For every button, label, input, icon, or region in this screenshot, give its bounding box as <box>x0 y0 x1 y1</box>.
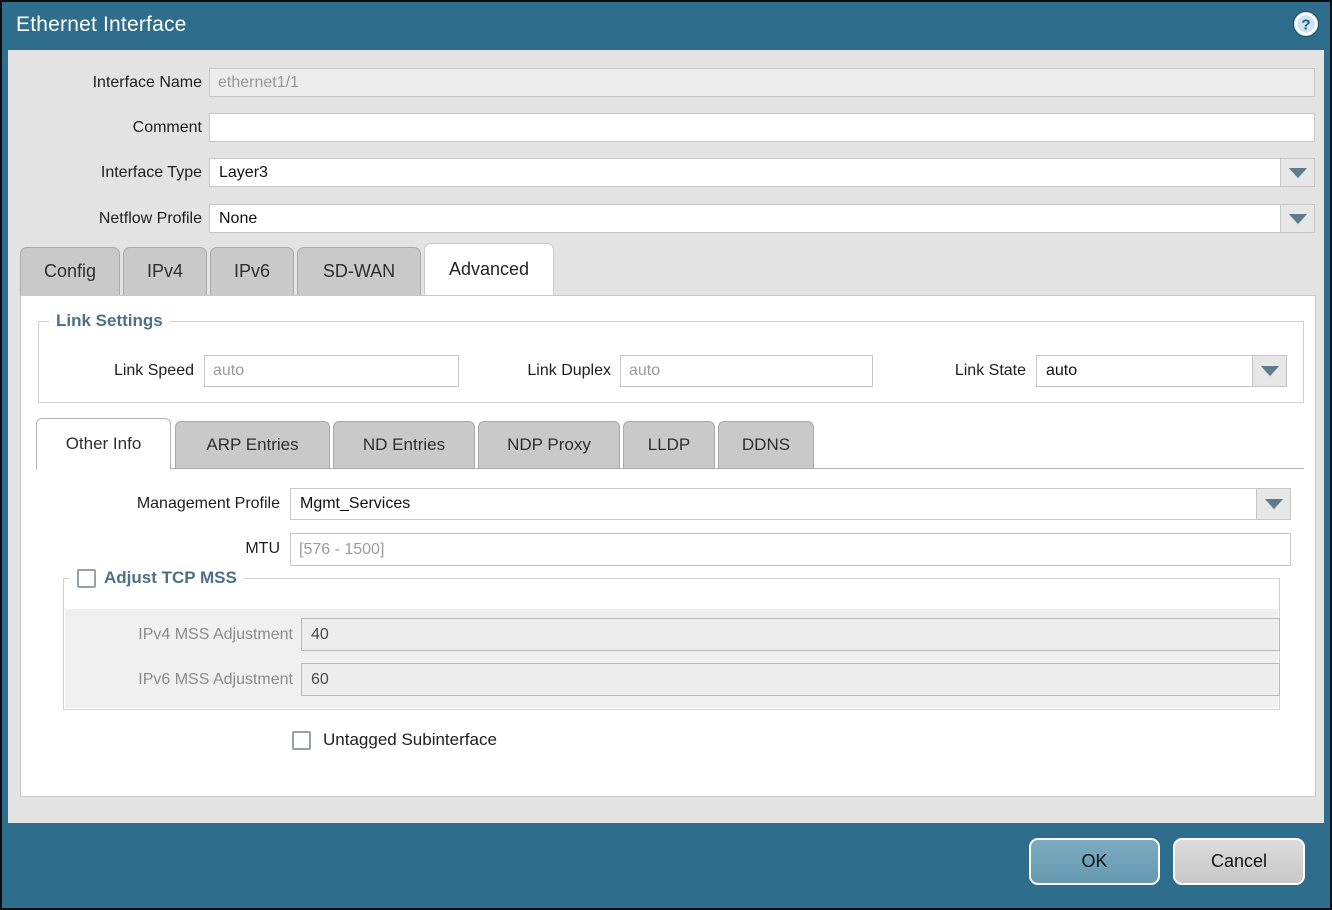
comment-label: Comment <box>8 113 202 142</box>
ipv6-mss-input <box>301 663 1280 696</box>
cancel-button[interactable]: Cancel <box>1173 838 1305 885</box>
link-settings-legend-text: Link Settings <box>56 311 163 331</box>
management-profile-dropdown-button[interactable] <box>1256 489 1290 519</box>
link-duplex-label: Link Duplex <box>471 355 611 387</box>
advanced-subtabs: Other Info ARP Entries ND Entries NDP Pr… <box>36 418 1304 469</box>
dialog-footer: OK Cancel <box>2 823 1330 908</box>
ok-button[interactable]: OK <box>1029 838 1160 885</box>
subtab-nd-entries[interactable]: ND Entries <box>333 421 475 469</box>
chevron-down-icon <box>1261 366 1279 376</box>
interface-type-value: Layer3 <box>219 159 268 186</box>
management-profile-value: Mgmt_Services <box>300 489 410 519</box>
interface-name-label: Interface Name <box>8 68 202 97</box>
dialog-title: Ethernet Interface <box>16 13 187 37</box>
comment-input[interactable] <box>209 113 1315 142</box>
interface-type-dropdown[interactable]: Layer3 <box>209 158 1315 187</box>
subtab-arp-entries[interactable]: ARP Entries <box>175 421 330 469</box>
tab-ipv4[interactable]: IPv4 <box>123 247 207 295</box>
link-settings-fieldset: Link Settings Link Speed Link Duplex Lin… <box>38 321 1304 403</box>
netflow-profile-value: None <box>219 205 257 232</box>
netflow-profile-label: Netflow Profile <box>8 204 202 233</box>
tab-config[interactable]: Config <box>20 247 120 295</box>
adjust-tcp-mss-legend-text: Adjust TCP MSS <box>104 568 237 588</box>
tab-advanced[interactable]: Advanced <box>424 243 554 295</box>
tab-ipv6[interactable]: IPv6 <box>210 247 294 295</box>
link-duplex-input[interactable] <box>620 355 873 387</box>
adjust-tcp-mss-fieldset: Adjust TCP MSS IPv4 MSS Adjustment IPv6 … <box>63 578 1280 710</box>
link-settings-legend: Link Settings <box>49 311 170 331</box>
netflow-profile-dropdown-button[interactable] <box>1280 205 1314 232</box>
chevron-down-icon <box>1289 168 1307 178</box>
link-speed-label: Link Speed <box>54 355 194 387</box>
link-speed-input[interactable] <box>204 355 459 387</box>
management-profile-label: Management Profile <box>80 488 280 520</box>
mtu-input[interactable] <box>290 533 1291 566</box>
dialog-titlebar: Ethernet Interface ? <box>2 2 1330 48</box>
link-state-value: auto <box>1046 356 1077 386</box>
ipv4-mss-input <box>301 618 1280 651</box>
svg-text:?: ? <box>1301 17 1310 34</box>
main-tabs: Config IPv4 IPv6 SD-WAN Advanced <box>20 247 557 295</box>
untagged-subinterface-label: Untagged Subinterface <box>323 730 497 750</box>
adjust-tcp-mss-legend: Adjust TCP MSS <box>70 568 244 588</box>
interface-type-label: Interface Type <box>8 158 202 187</box>
dialog-content: Interface Name Comment Interface Type La… <box>8 50 1324 823</box>
subtab-lldp[interactable]: LLDP <box>623 421 715 469</box>
ipv6-mss-label: IPv6 MSS Adjustment <box>93 663 293 696</box>
management-profile-dropdown[interactable]: Mgmt_Services <box>290 488 1291 520</box>
link-state-dropdown[interactable]: auto <box>1036 355 1287 387</box>
help-icon[interactable]: ? <box>1292 10 1320 38</box>
untagged-subinterface-checkbox[interactable] <box>292 731 311 750</box>
tab-sdwan[interactable]: SD-WAN <box>297 247 421 295</box>
interface-type-dropdown-button[interactable] <box>1280 159 1314 186</box>
subtab-ddns[interactable]: DDNS <box>718 421 814 469</box>
interface-name-input <box>209 68 1315 97</box>
subtab-other-info[interactable]: Other Info <box>36 418 171 470</box>
ethernet-interface-dialog: Ethernet Interface ? Interface Name Comm… <box>0 0 1332 910</box>
ipv4-mss-label: IPv4 MSS Adjustment <box>93 618 293 651</box>
subtab-ndp-proxy[interactable]: NDP Proxy <box>478 421 620 469</box>
link-state-label: Link State <box>886 355 1026 387</box>
chevron-down-icon <box>1289 214 1307 224</box>
netflow-profile-dropdown[interactable]: None <box>209 204 1315 233</box>
adjust-tcp-mss-checkbox[interactable] <box>77 569 96 588</box>
mtu-label: MTU <box>80 533 280 565</box>
advanced-tab-panel: Link Settings Link Speed Link Duplex Lin… <box>20 295 1316 797</box>
link-state-dropdown-button[interactable] <box>1252 356 1286 386</box>
untagged-subinterface-row: Untagged Subinterface <box>292 730 497 750</box>
chevron-down-icon <box>1265 499 1283 509</box>
